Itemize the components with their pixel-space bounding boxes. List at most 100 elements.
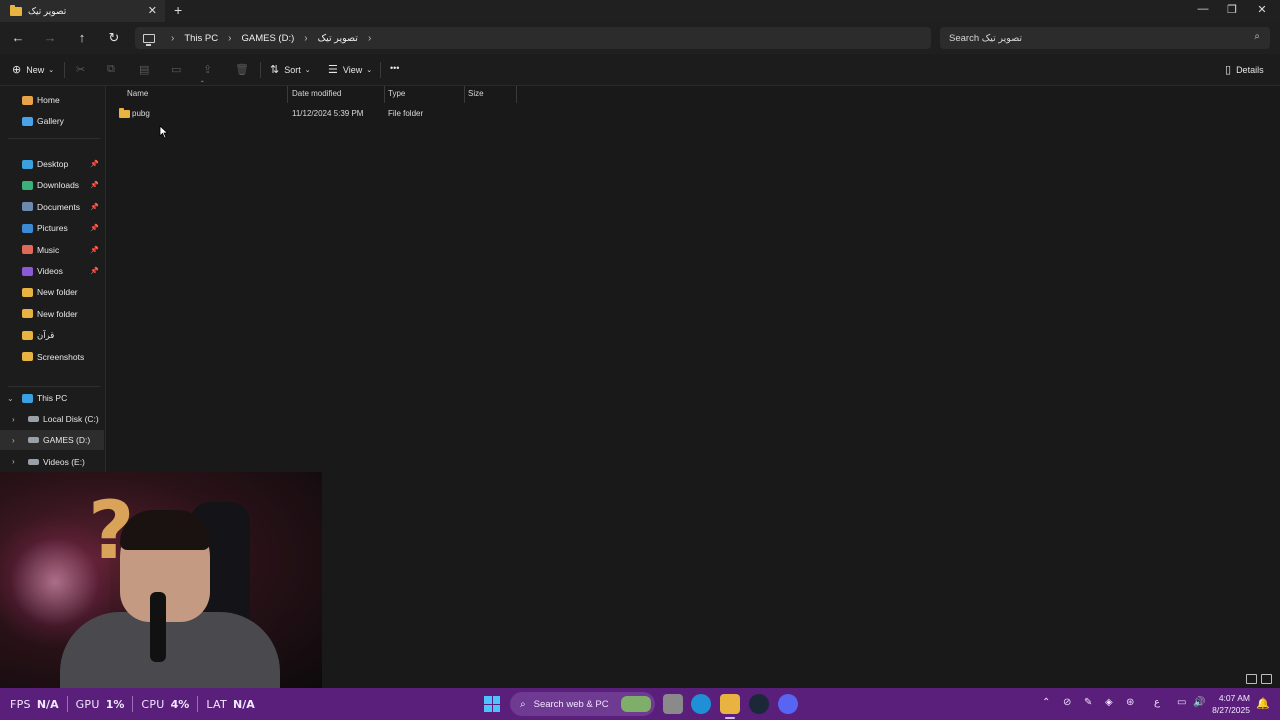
close-tab-icon[interactable]: ✕ xyxy=(148,4,157,17)
delete-button[interactable]: 🗑 xyxy=(235,63,254,76)
pin-icon: 📌 xyxy=(90,203,99,211)
sidebar-item-documents[interactable]: Documents 📌 xyxy=(0,197,104,217)
details-pane-icon: ▯ xyxy=(1225,64,1232,76)
discord-icon[interactable] xyxy=(778,694,798,714)
sidebar-item-home[interactable]: Home xyxy=(0,90,104,110)
copy-button[interactable]: ⧉ xyxy=(107,63,120,76)
title-bar: تصویر تیک ✕ + — ❐ ✕ xyxy=(0,0,1280,22)
search-highlight-icon xyxy=(621,696,651,712)
task-view-icon[interactable] xyxy=(663,694,683,714)
sidebar-item-videos-e[interactable]: › Videos (E:) xyxy=(0,452,104,472)
taskbar-search[interactable]: ⌕ Search web & PC xyxy=(510,692,655,716)
sort-icon: ⇅ xyxy=(270,64,280,76)
file-explorer-icon[interactable] xyxy=(720,694,740,714)
chevron-up-icon[interactable]: ⌃ xyxy=(1042,697,1050,708)
sort-ascending-icon: ˆ xyxy=(201,80,204,89)
breadcrumb-games-drive[interactable]: GAMES (D:) xyxy=(241,33,294,44)
steam-tray-icon[interactable]: ⊛ xyxy=(1126,697,1134,708)
divider xyxy=(260,62,261,78)
more-options-button[interactable]: ••• xyxy=(390,63,399,73)
details-button[interactable]: ▯ Details xyxy=(1225,63,1264,76)
paste-button[interactable]: ▤ xyxy=(139,63,154,76)
notification-icon[interactable]: 🔔 xyxy=(1256,697,1270,710)
file-type: File folder xyxy=(388,109,424,118)
breadcrumb-current-folder[interactable]: تصویر تیک xyxy=(318,33,358,44)
sidebar-item-games-d[interactable]: › GAMES (D:) xyxy=(0,430,104,451)
folder-icon xyxy=(22,330,33,340)
maximize-button[interactable]: ❐ xyxy=(1217,3,1247,16)
view-button[interactable]: ☰ View ⌄ xyxy=(328,63,372,76)
back-button[interactable]: ← xyxy=(8,30,28,45)
column-divider[interactable] xyxy=(464,86,465,103)
home-icon xyxy=(22,95,33,105)
chevron-right-icon[interactable]: › xyxy=(12,415,15,424)
sidebar-item-new-folder-2[interactable]: New folder xyxy=(0,304,104,324)
sidebar-item-gallery[interactable]: Gallery xyxy=(0,111,104,131)
chevron-down-icon[interactable]: ⌄ xyxy=(7,394,14,403)
paste-icon: ▤ xyxy=(139,64,150,76)
up-button[interactable]: ↑ xyxy=(72,30,92,45)
column-divider[interactable] xyxy=(384,86,385,103)
chevron-right-icon: › xyxy=(367,32,372,44)
minimize-button[interactable]: — xyxy=(1188,3,1218,15)
sidebar-item-downloads[interactable]: Downloads 📌 xyxy=(0,175,104,195)
fps-stat: FPS N/A xyxy=(10,696,59,712)
sidebar-item-this-pc[interactable]: ⌄ This PC xyxy=(0,388,104,408)
sidebar-item-local-disk-c[interactable]: › Local Disk (C:) xyxy=(0,409,104,429)
pen-icon[interactable]: ✎ xyxy=(1084,697,1092,708)
chevron-down-icon: ⌄ xyxy=(304,66,311,74)
column-header-type[interactable]: Type xyxy=(388,89,405,98)
tiles-view-icon[interactable] xyxy=(1261,674,1272,684)
details-view-icon[interactable] xyxy=(1246,674,1257,684)
sidebar-item-music[interactable]: Music 📌 xyxy=(0,240,104,260)
sort-label: Sort xyxy=(284,64,301,75)
more-icon: ••• xyxy=(390,63,400,73)
chevron-down-icon: ⌄ xyxy=(48,66,55,74)
gpu-stat: GPU 1% xyxy=(76,696,125,712)
sidebar-item-screenshots[interactable]: Screenshots xyxy=(0,347,104,367)
new-tab-button[interactable]: + xyxy=(174,2,182,18)
sidebar-item-pictures[interactable]: Pictures 📌 xyxy=(0,218,104,238)
sidebar-item-label: GAMES (D:) xyxy=(43,435,91,446)
address-bar[interactable]: › This PC › GAMES (D:) › تصویر تیک › xyxy=(135,27,931,49)
rename-icon: ▭ xyxy=(171,64,182,76)
rename-button[interactable]: ▭ xyxy=(171,63,186,76)
display-icon[interactable]: ▭ xyxy=(1177,697,1186,708)
new-button[interactable]: ⊕ New ⌄ xyxy=(12,63,54,76)
sort-button[interactable]: ⇅ Sort ⌄ xyxy=(270,63,311,76)
column-divider[interactable] xyxy=(516,86,517,103)
sidebar-item-label: Documents xyxy=(37,201,80,212)
column-header-date-modified[interactable]: Date modified xyxy=(292,89,341,98)
gpu-value: 1% xyxy=(105,697,125,711)
forward-button[interactable]: → xyxy=(40,30,60,45)
shield-icon[interactable]: ◈ xyxy=(1105,697,1113,708)
sidebar-item-new-folder-1[interactable]: New folder xyxy=(0,282,104,302)
clock[interactable]: 4:07 AM 8/27/2025 xyxy=(1212,692,1250,716)
column-divider[interactable] xyxy=(287,86,288,103)
chevron-right-icon[interactable]: › xyxy=(12,457,15,466)
edge-icon[interactable] xyxy=(691,694,711,714)
tab-current[interactable]: تصویر تیک ✕ xyxy=(0,0,165,22)
cut-button[interactable]: ✂ xyxy=(76,63,90,76)
breadcrumb-this-pc[interactable]: This PC xyxy=(184,33,218,44)
close-window-button[interactable]: ✕ xyxy=(1247,3,1277,16)
volume-icon[interactable]: 🔊 xyxy=(1193,697,1205,708)
chevron-right-icon[interactable]: › xyxy=(12,436,15,445)
share-button[interactable]: ⇪ xyxy=(203,63,217,76)
search-input[interactable]: Search تصویر تیک ⌕ xyxy=(940,27,1270,49)
network-off-icon[interactable]: ⊘ xyxy=(1063,697,1071,708)
steam-icon[interactable] xyxy=(749,694,769,714)
sidebar-item-quran[interactable]: قرآن xyxy=(0,325,104,345)
column-header-size[interactable]: Size xyxy=(468,89,484,98)
gallery-icon xyxy=(22,116,33,126)
sidebar-item-desktop[interactable]: Desktop 📌 xyxy=(0,154,104,174)
language-indicator[interactable]: ع xyxy=(1154,697,1160,708)
cpu-stat: CPU 4% xyxy=(141,696,189,712)
chevron-right-icon: › xyxy=(228,32,232,44)
sidebar-item-videos[interactable]: Videos 📌 xyxy=(0,261,104,281)
column-header-name[interactable]: Name xyxy=(127,89,148,98)
table-row[interactable]: pubg 11/12/2024 5:39 PM File folder xyxy=(115,106,515,123)
refresh-button[interactable]: ↻ xyxy=(104,30,124,46)
start-button[interactable] xyxy=(484,696,500,712)
pin-icon: 📌 xyxy=(90,182,99,190)
